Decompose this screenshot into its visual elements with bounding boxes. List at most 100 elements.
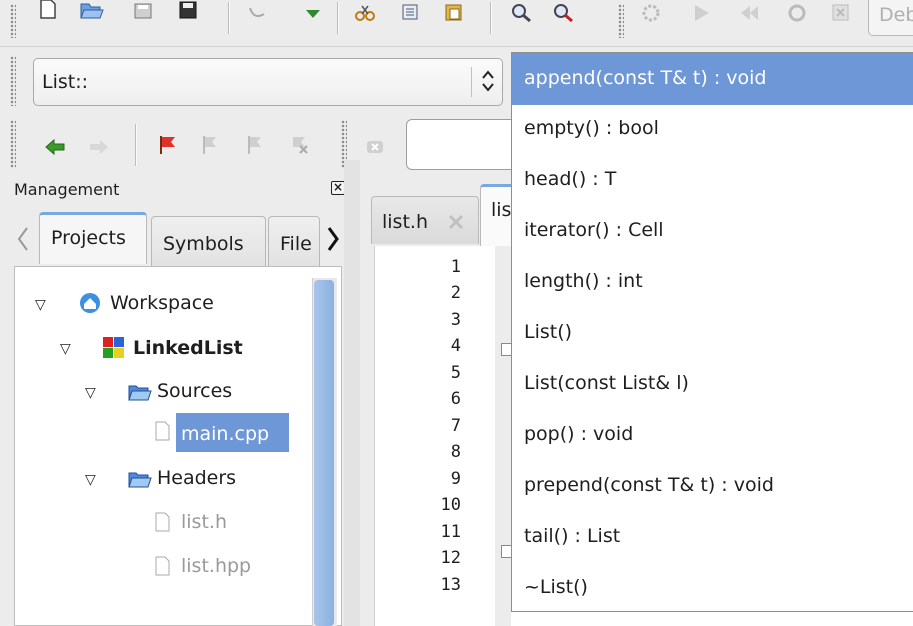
line-number: 9 [450, 469, 461, 489]
tree-node-headers[interactable]: Headers [157, 467, 236, 489]
toolbar-grip[interactable] [10, 4, 16, 38]
cut-icon[interactable] [354, 2, 376, 24]
open-folder-icon[interactable] [80, 0, 104, 22]
line-number: 2 [450, 283, 461, 303]
workspace-icon [79, 292, 101, 319]
completion-item-label: empty() : bool [524, 117, 659, 139]
bookmark-flag-icon[interactable] [157, 134, 179, 156]
build-run-icon[interactable] [738, 2, 760, 24]
replace-icon[interactable] [552, 2, 574, 24]
completion-item-label: head() : T [524, 168, 617, 190]
nav-toolbar-grip[interactable] [10, 120, 16, 168]
completion-item-label: ~List() [524, 576, 588, 598]
tree-node-list-h[interactable]: list.h [181, 511, 227, 533]
folder-open-icon [128, 470, 152, 495]
file-icon [155, 556, 170, 576]
project-icon [103, 337, 125, 364]
completion-item[interactable]: iterator() : Cell [512, 205, 913, 257]
find-icon[interactable] [510, 2, 532, 24]
completion-item[interactable]: head() : T [512, 154, 913, 206]
tab-files-label: File [280, 233, 312, 255]
line-number: 11 [440, 522, 461, 542]
completion-item[interactable]: List() [512, 307, 913, 359]
editor-tab-list-h[interactable]: list.h [371, 196, 479, 244]
panel-splitter[interactable] [344, 160, 360, 626]
close-panel-icon[interactable]: × [331, 181, 345, 195]
top-toolbar: Deb [0, 0, 913, 47]
tree-node-project[interactable]: LinkedList [133, 337, 243, 359]
file-icon [155, 512, 170, 532]
toolbar-separator [337, 2, 339, 34]
save-all-icon[interactable] [178, 0, 200, 22]
completion-item[interactable]: pop() : void [512, 409, 913, 461]
line-number: 4 [450, 336, 461, 356]
line-number: 12 [440, 548, 461, 568]
line-number: 7 [450, 416, 461, 436]
class-scope-combo[interactable]: List:: [33, 58, 503, 106]
forward-arrow-icon[interactable] [88, 136, 110, 158]
completion-item[interactable]: length() : int [512, 256, 913, 308]
completion-item[interactable]: tail() : List [512, 511, 913, 563]
redo-icon[interactable] [302, 2, 324, 24]
toolbar-separator [135, 124, 137, 166]
expand-triangle-icon[interactable]: ▽ [85, 472, 96, 488]
completion-item-label: prepend(const T& t) : void [524, 474, 774, 496]
tab-files[interactable]: File [268, 216, 320, 266]
completion-item[interactable]: List(const List& l) [512, 358, 913, 410]
build-target-combo[interactable]: Deb [868, 0, 913, 36]
tree-node-main-cpp[interactable]: main.cpp [176, 413, 289, 452]
completion-item[interactable]: empty() : bool [512, 103, 913, 155]
completion-item-label: tail() : List [524, 525, 621, 547]
rebuild-icon[interactable] [786, 2, 808, 24]
expand-triangle-icon[interactable]: ▽ [60, 341, 71, 357]
search-input[interactable] [406, 119, 518, 170]
run-icon[interactable] [691, 2, 713, 24]
clear-bookmark-icon[interactable] [288, 134, 310, 156]
tab-close-icon[interactable] [448, 213, 464, 235]
class-scope-value: List:: [42, 71, 89, 93]
save-icon[interactable] [133, 2, 155, 24]
completion-item[interactable]: ~List() [512, 562, 913, 614]
new-file-icon[interactable] [37, 0, 59, 22]
stop-icon[interactable] [830, 2, 852, 24]
completion-item[interactable]: append(const T& t) : void [512, 53, 913, 105]
editor-text-area[interactable] [511, 612, 913, 626]
tabs-scroll-right-icon[interactable] [326, 224, 340, 259]
tabs-scroll-left-icon[interactable] [16, 224, 30, 259]
completion-item[interactable]: prepend(const T& t) : void [512, 460, 913, 512]
completion-item-label: List() [524, 321, 573, 343]
tab-projects[interactable]: Projects [39, 212, 147, 264]
prev-bookmark-icon[interactable] [199, 134, 221, 156]
tab-symbols[interactable]: Symbols [151, 216, 266, 266]
next-bookmark-icon[interactable] [244, 134, 266, 156]
completion-item-label: length() : int [524, 270, 643, 292]
completion-item-label: append(const T& t) : void [524, 67, 767, 89]
combo-toolbar-grip[interactable] [10, 56, 16, 106]
management-panel-title: Management [14, 180, 120, 199]
expand-triangle-icon[interactable]: ▽ [35, 297, 46, 313]
completion-item-label: iterator() : Cell [524, 219, 664, 241]
combo-divider [471, 67, 472, 97]
copy-icon[interactable] [400, 2, 422, 24]
undo-icon[interactable] [246, 2, 268, 24]
expand-triangle-icon[interactable]: ▽ [85, 385, 96, 401]
line-number: 8 [450, 442, 461, 462]
line-number: 13 [440, 575, 461, 595]
tree-node-workspace[interactable]: Workspace [110, 292, 214, 314]
code-completion-popup[interactable]: append(const T& t) : void empty() : bool… [511, 52, 913, 612]
project-tree[interactable]: ▽ Workspace ▽ LinkedList ▽ Sources main.… [14, 266, 342, 626]
line-number: 5 [450, 363, 461, 383]
tree-node-sources[interactable]: Sources [157, 380, 232, 402]
updown-arrows-icon[interactable] [481, 67, 495, 100]
settings-icon[interactable] [640, 2, 662, 24]
line-number-gutter: 1 2 3 4 5 6 7 8 9 10 11 12 13 [374, 246, 495, 626]
toolbar-grip[interactable] [618, 4, 624, 38]
editor-tab-active-label: lis [491, 199, 512, 221]
tree-node-list-hpp[interactable]: list.hpp [181, 555, 251, 577]
paste-icon[interactable] [443, 2, 465, 24]
tree-scrollbar-thumb[interactable] [314, 280, 334, 626]
line-number: 1 [450, 257, 461, 277]
line-number: 10 [440, 495, 461, 515]
back-arrow-icon[interactable] [44, 136, 66, 158]
search-icon[interactable] [364, 136, 386, 158]
